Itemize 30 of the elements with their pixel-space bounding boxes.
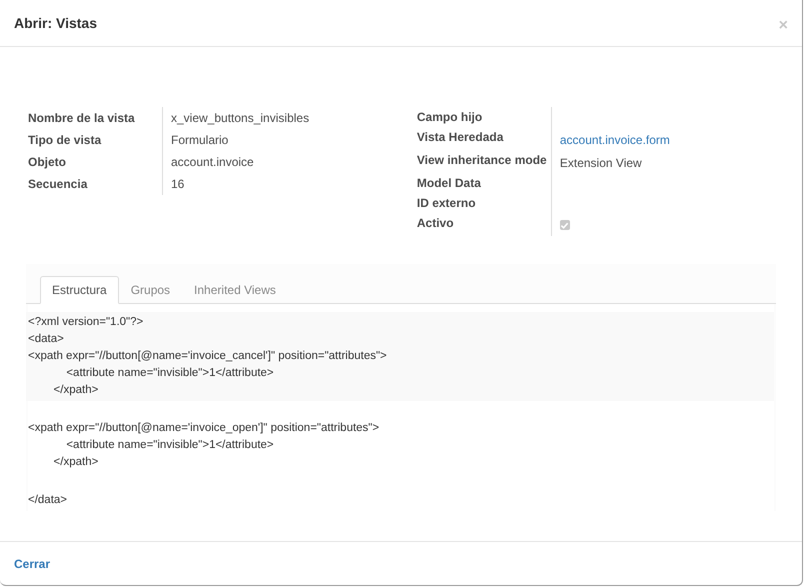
- code-line: </data>: [28, 492, 68, 508]
- field-label: Campo hijo: [416, 109, 484, 126]
- field-label: Model Data: [416, 175, 482, 192]
- tab[interactable]: Grupos: [118, 276, 182, 304]
- field-label: Nombre de la vista: [28, 110, 136, 127]
- field-value: account.invoice: [171, 155, 254, 169]
- code-line: </xpath>: [52, 454, 100, 470]
- code-line: <attribute name="invisible">1</attribute>: [65, 366, 275, 380]
- field-label: Objeto: [28, 154, 67, 171]
- code-line: </xpath>: [52, 382, 100, 398]
- field-label: Secuencia: [28, 176, 88, 193]
- code-line: <data>: [28, 332, 65, 346]
- field-value: 16: [171, 177, 184, 191]
- code-line: <xpath expr="//button[@name='invoice_cancel']" position="attributes">: [28, 348, 388, 364]
- tab[interactable]: Estructura: [40, 276, 119, 304]
- field-value: Formulario: [171, 133, 228, 147]
- code-line: <?xml version="1.0"?>: [28, 314, 144, 330]
- field-link[interactable]: account.invoice.form: [560, 133, 670, 147]
- tab[interactable]: Inherited Views: [182, 276, 288, 304]
- dialog-title: Abrir: Vistas: [14, 15, 97, 31]
- field-label: Activo: [416, 215, 455, 232]
- field-value: Extension View: [560, 156, 642, 170]
- field-label: Vista Heredada: [416, 129, 504, 146]
- close-button[interactable]: Cerrar: [14, 556, 50, 570]
- field-label: ID externo: [416, 195, 477, 212]
- field-label: Tipo de vista: [28, 132, 102, 149]
- code-line: <xpath expr="//button[@name='invoice_open']" position="attributes">: [28, 420, 380, 436]
- field-value: x_view_buttons_invisibles: [171, 111, 310, 125]
- field-label: View inheritance mode: [416, 152, 548, 169]
- code-line: <attribute name="invisible">1</attribute>: [65, 438, 275, 452]
